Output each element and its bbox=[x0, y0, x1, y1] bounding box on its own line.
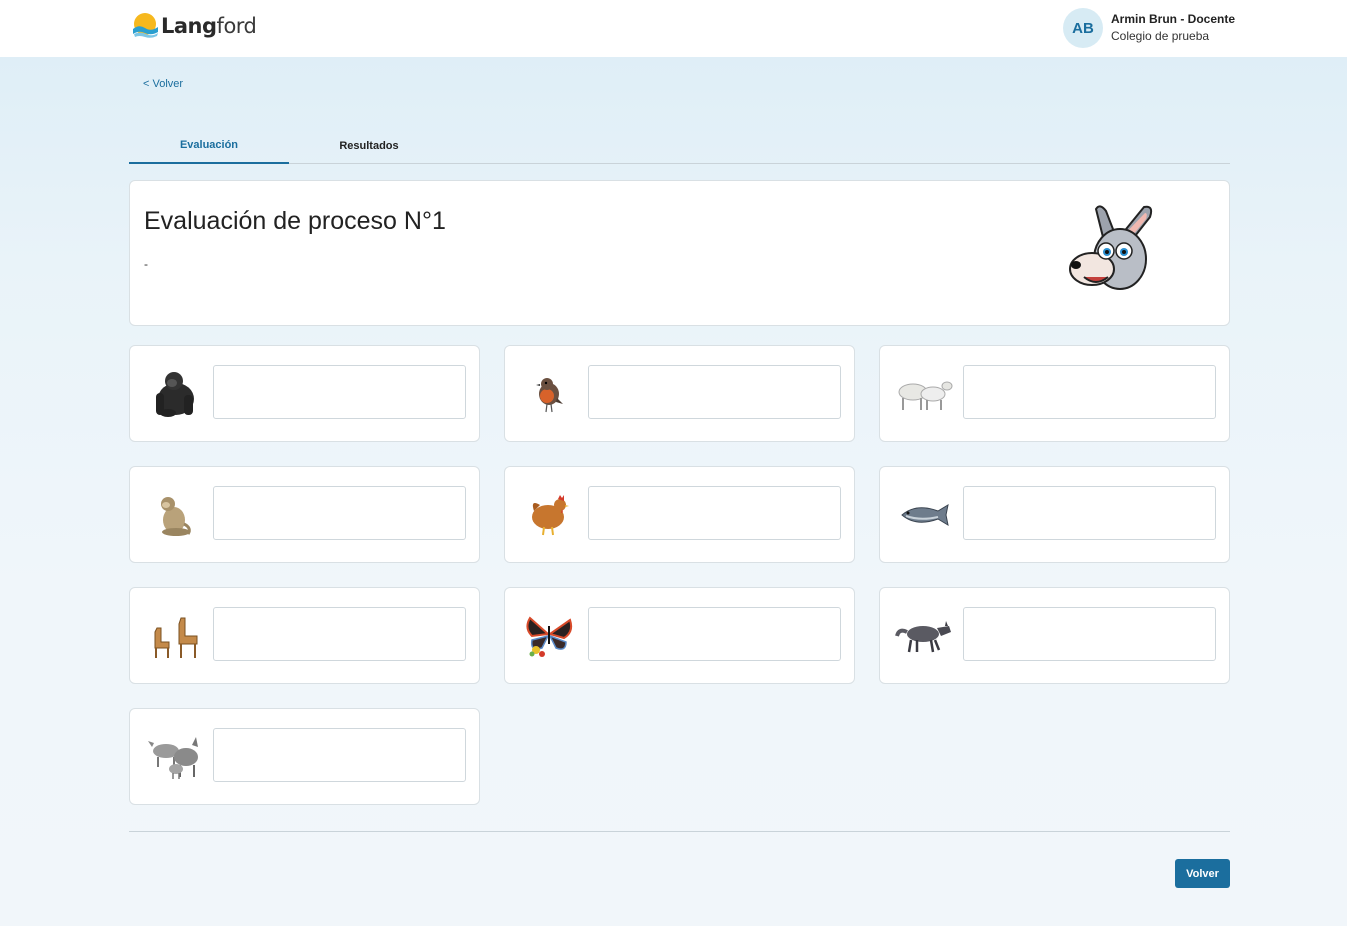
answer-input-hen[interactable] bbox=[588, 486, 841, 540]
answer-card bbox=[129, 587, 480, 684]
answer-card bbox=[504, 345, 855, 442]
user-info: Armin Brun - Docente Colegio de prueba bbox=[1111, 11, 1235, 45]
logo-text: Langford bbox=[161, 14, 257, 38]
logo-mark-icon bbox=[133, 13, 158, 38]
mascot-donkey-icon bbox=[1069, 205, 1153, 290]
answer-input-gorilla[interactable] bbox=[213, 365, 466, 419]
page-title: Evaluación de proceso N°1 bbox=[144, 207, 446, 235]
answer-input-wolf[interactable] bbox=[963, 607, 1216, 661]
wolf-icon bbox=[895, 621, 951, 653]
user-profile[interactable]: AB Armin Brun - Docente Colegio de prueb… bbox=[1063, 8, 1235, 48]
tab-resultados[interactable]: Resultados bbox=[289, 128, 449, 164]
top-bar: Langford AB Armin Brun - Docente Colegio… bbox=[0, 0, 1347, 57]
page-subtitle: - bbox=[144, 257, 148, 271]
answer-card bbox=[879, 587, 1230, 684]
answer-card bbox=[129, 708, 480, 805]
volver-button[interactable]: Volver bbox=[1175, 859, 1230, 888]
answer-card bbox=[129, 345, 480, 442]
evaluation-header-card: Evaluación de proceso N°1 - bbox=[129, 180, 1230, 326]
fish-icon bbox=[901, 503, 949, 527]
tab-bar: Evaluación Resultados bbox=[129, 128, 1230, 164]
user-school: Colegio de prueba bbox=[1111, 29, 1210, 43]
answer-input-fish[interactable] bbox=[963, 486, 1216, 540]
answer-card bbox=[504, 587, 855, 684]
back-link[interactable]: < Volver bbox=[143, 78, 183, 90]
robin-icon bbox=[536, 378, 563, 413]
avatar[interactable]: AB bbox=[1063, 8, 1103, 48]
answer-card bbox=[879, 466, 1230, 563]
answer-card bbox=[129, 466, 480, 563]
sheep-icon bbox=[898, 381, 953, 410]
gorilla-icon bbox=[156, 372, 194, 417]
answer-card bbox=[879, 345, 1230, 442]
butterfly-icon bbox=[526, 616, 573, 657]
answer-input-butterfly[interactable] bbox=[588, 607, 841, 661]
answer-input-monkey[interactable] bbox=[213, 486, 466, 540]
answer-input-sheep[interactable] bbox=[963, 365, 1216, 419]
hen-icon bbox=[532, 495, 569, 536]
giraffe-icon bbox=[154, 617, 198, 658]
monkey-icon bbox=[161, 497, 191, 536]
langford-logo[interactable]: Langford bbox=[131, 12, 257, 40]
answer-card bbox=[504, 466, 855, 563]
tab-evaluacion[interactable]: Evaluación bbox=[129, 128, 289, 164]
answer-input-giraffe[interactable] bbox=[213, 607, 466, 661]
answer-input-donkey[interactable] bbox=[213, 728, 466, 782]
footer-divider bbox=[129, 831, 1230, 832]
answer-grid bbox=[129, 345, 1230, 805]
donkey-icon bbox=[148, 737, 198, 779]
answer-input-robin[interactable] bbox=[588, 365, 841, 419]
user-name: Armin Brun - Docente bbox=[1111, 12, 1236, 26]
